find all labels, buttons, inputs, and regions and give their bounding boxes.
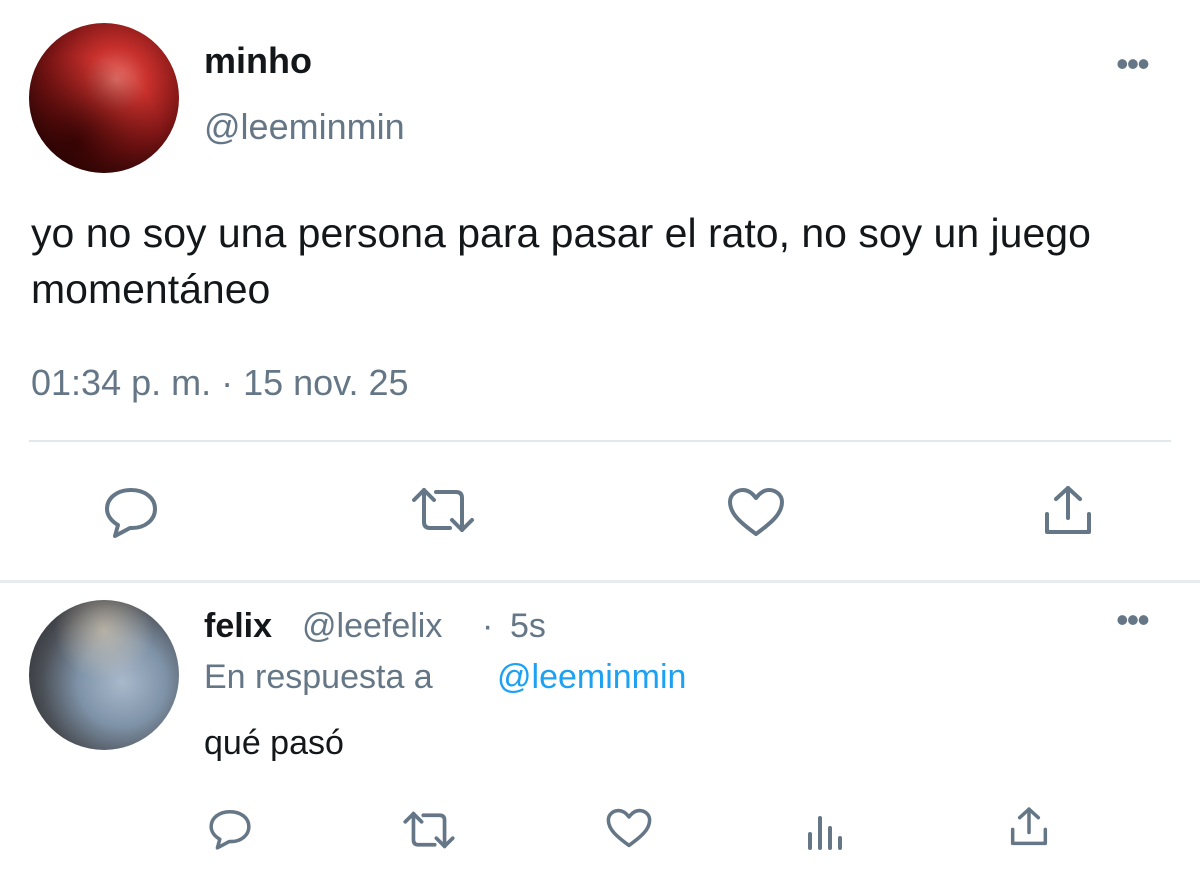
section-divider <box>0 580 1200 583</box>
reply-more-options-icon[interactable]: ••• <box>1116 602 1150 638</box>
reply-reply-icon[interactable] <box>208 808 252 850</box>
reply-author-avatar[interactable] <box>29 600 179 750</box>
reply-time[interactable]: 5s <box>510 607 546 646</box>
reply-retweet-icon[interactable] <box>402 810 456 850</box>
reply-like-icon[interactable] <box>606 808 652 848</box>
reply-text: qué pasó <box>204 724 344 762</box>
reply-analytics-icon[interactable] <box>806 814 846 850</box>
more-options-icon[interactable]: ••• <box>1116 46 1150 82</box>
divider <box>29 440 1171 442</box>
like-icon[interactable] <box>727 487 785 537</box>
author-avatar[interactable] <box>29 23 179 173</box>
reply-author-handle[interactable]: @leefelix <box>302 607 442 646</box>
author-name[interactable]: minho <box>204 40 312 82</box>
reply-to-label: En respuesta a <box>204 658 433 696</box>
tweet-timestamp[interactable]: 01:34 p. m. · 15 nov. 25 <box>31 362 409 404</box>
reply-separator: · <box>482 607 494 645</box>
retweet-icon[interactable] <box>410 486 476 534</box>
reply-share-icon[interactable] <box>1008 806 1050 848</box>
share-icon[interactable] <box>1041 484 1095 538</box>
reply-author-name[interactable]: felix <box>204 607 272 646</box>
reply-to-link[interactable]: @leeminmin <box>497 658 686 697</box>
tweet-text: yo no soy una persona para pasar el rato… <box>31 210 1091 312</box>
reply-icon[interactable] <box>103 486 159 538</box>
author-handle[interactable]: @leeminmin <box>204 106 405 148</box>
